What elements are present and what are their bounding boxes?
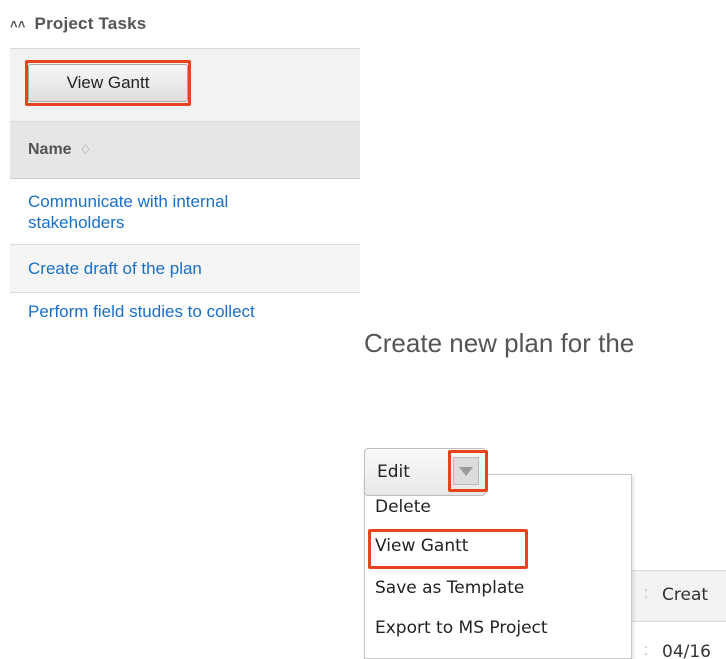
menu-item-delete[interactable]: Delete [375, 497, 431, 517]
table-cell: 04/16 [662, 642, 711, 659]
plan-title: Create new plan for the [364, 328, 635, 358]
task-link[interactable]: Create draft of the plan [28, 258, 202, 279]
dropdown-toggle[interactable] [453, 457, 479, 485]
task-link[interactable]: Communicate with internal stakeholders [28, 191, 228, 233]
column-separator: : [644, 642, 649, 659]
table-row: Create draft of the plan [10, 245, 360, 293]
view-gantt-button[interactable]: View Gantt [28, 64, 188, 102]
table-header-row: : Creat [632, 570, 726, 622]
project-tasks-panel: View Gantt Name ♢ Communicate with inter… [10, 48, 360, 320]
menu-item-view-gantt[interactable]: View Gantt [375, 536, 468, 556]
column-separator: : [644, 585, 649, 602]
table-header-cell: Creat [662, 585, 709, 605]
column-label: Name [28, 141, 72, 158]
panel-title: Project Tasks [34, 14, 147, 33]
caret-down-icon [459, 466, 473, 476]
menu-item-save-as-template[interactable]: Save as Template [375, 578, 524, 598]
panel-header[interactable]: ˄˄ Project Tasks [10, 14, 146, 34]
menu-item-export-ms-project[interactable]: Export to MS Project [375, 618, 548, 638]
sort-arrows-icon[interactable]: ♢ [80, 142, 92, 158]
task-link[interactable]: Perform field studies to collect [28, 301, 255, 320]
edit-button[interactable]: Edit [365, 449, 445, 495]
task-link-line: Communicate with internal [28, 191, 229, 211]
edit-button-group: Edit [364, 448, 486, 496]
table-row: Communicate with internal stakeholders [10, 179, 360, 245]
panel-toolbar: View Gantt [10, 48, 360, 122]
record-table-fragment: : Creat : 04/16 [632, 570, 726, 659]
actions-dropdown-menu: Delete View Gantt Save as Template Expor… [364, 474, 632, 659]
table-row: Perform field studies to collect [10, 293, 360, 320]
name-column-header[interactable]: Name ♢ [10, 122, 360, 179]
task-link-line: stakeholders [28, 212, 125, 232]
double-chevron-up-icon[interactable]: ˄˄ [10, 17, 26, 32]
